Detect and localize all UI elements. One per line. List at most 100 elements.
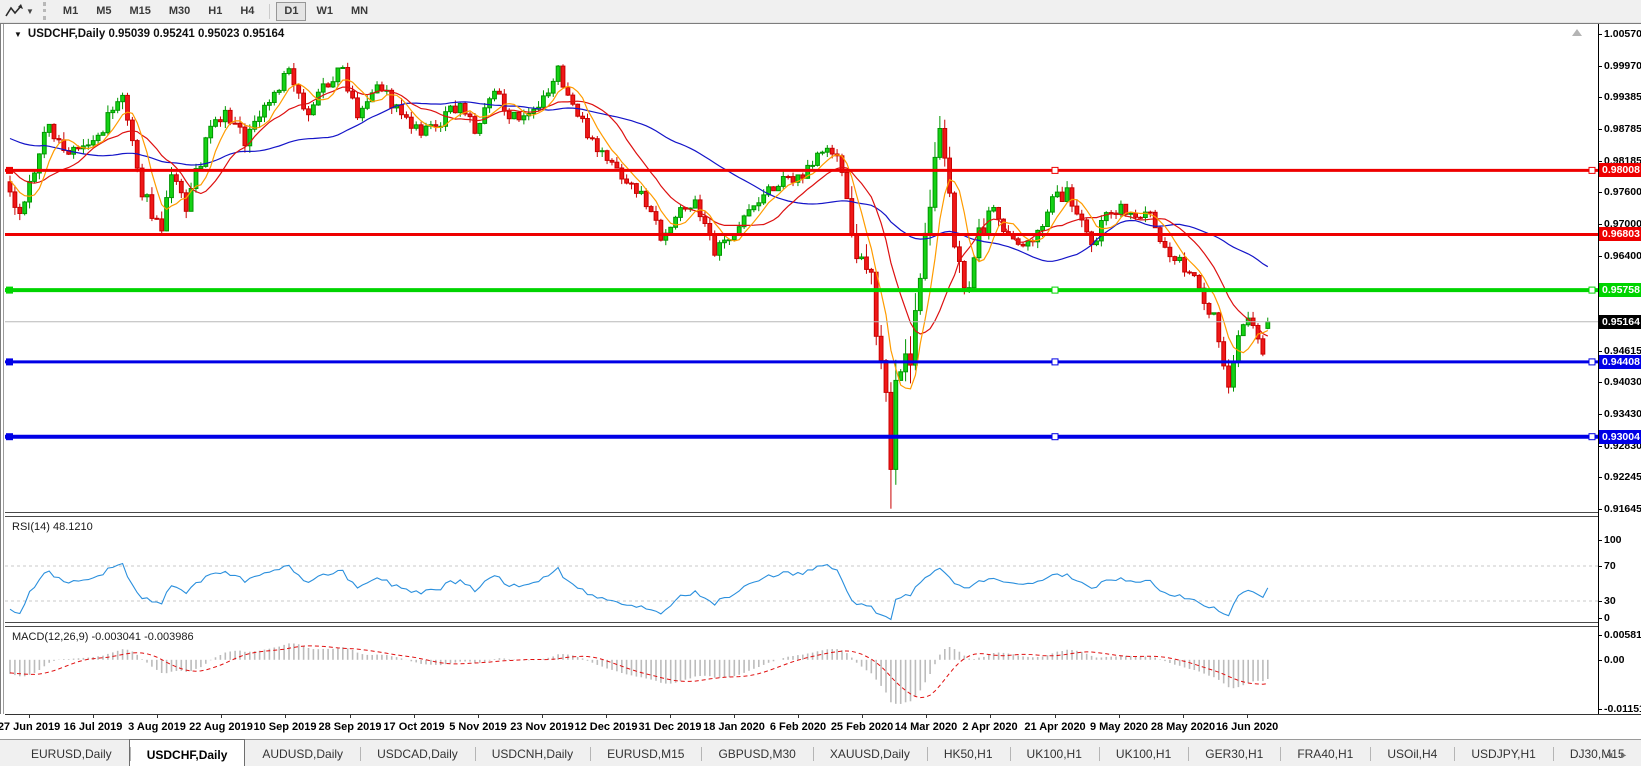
timeframe-button[interactable]: M1 xyxy=(55,2,86,21)
date-label: 27 Jun 2019 xyxy=(0,721,61,733)
line-drag-marker[interactable] xyxy=(1588,166,1596,174)
chart-tab[interactable]: USDJPY,H1 xyxy=(1454,740,1552,766)
price-tick-label: 0.94030 xyxy=(1604,376,1641,388)
chart-tab[interactable]: USDCNH,Daily xyxy=(474,740,590,766)
price-chart-plot[interactable]: ▼ USDCHF,Daily 0.95039 0.95241 0.95023 0… xyxy=(5,24,1598,512)
chart-tab[interactable]: XAUUSD,Daily xyxy=(812,740,927,766)
mt4-terminal: ▼ M1 M5 M15 M30 H1 H4 D1 W1 MN ▼ USDCHF,Daily 0.… xyxy=(0,0,1641,766)
axis-tick xyxy=(1599,129,1602,130)
timeframe-button[interactable]: H4 xyxy=(232,2,262,21)
date-label: 16 Jun 2020 xyxy=(1215,721,1279,733)
levels-layer xyxy=(5,166,1598,441)
chart-tab[interactable]: USOil,H4 xyxy=(1370,740,1454,766)
date-tick xyxy=(798,715,799,718)
date-tick xyxy=(1119,715,1120,718)
chart-tab[interactable]: UK100,H1 xyxy=(1098,740,1188,766)
level-price-badge: 0.95758 xyxy=(1599,283,1641,297)
price-axis[interactable]: 1.00570 0.99970 0.99385 0.98785 0.98185 0.976… xyxy=(1598,24,1641,715)
line-drag-marker[interactable] xyxy=(1051,286,1059,294)
rsi-tick-label: 100 xyxy=(1604,534,1622,546)
chart-tab[interactable]: USDCHF,Daily xyxy=(128,739,246,766)
price-tick-label: 0.98785 xyxy=(1604,123,1641,135)
date-tick xyxy=(734,715,735,718)
date-label: 18 Jan 2020 xyxy=(703,721,765,733)
timeframe-button[interactable]: M5 xyxy=(88,2,119,21)
date-tick xyxy=(862,715,863,718)
line-anchor-marker[interactable] xyxy=(6,166,13,174)
chart-tab[interactable]: EURUSD,M15 xyxy=(590,740,701,766)
tab-scroll-left-icon[interactable]: ◄ xyxy=(1605,750,1619,760)
chart-tab[interactable]: USDCAD,Daily xyxy=(360,740,475,766)
line-anchor-marker[interactable] xyxy=(6,433,13,441)
axis-tick xyxy=(1599,446,1602,447)
date-tick xyxy=(1247,715,1248,718)
macd-canvas[interactable] xyxy=(5,627,1598,714)
line-anchor-marker[interactable] xyxy=(6,286,13,294)
date-tick xyxy=(990,715,991,718)
date-tick xyxy=(542,715,543,718)
axis-tick xyxy=(1599,566,1602,567)
price-tick-label: 1.00570 xyxy=(1604,28,1641,40)
line-drag-marker[interactable] xyxy=(1051,358,1059,366)
chart-title: ▼ USDCHF,Daily 0.95039 0.95241 0.95023 0… xyxy=(14,28,284,40)
axis-tick xyxy=(1599,382,1602,383)
chart-tab[interactable]: AUDUSD,Daily xyxy=(245,740,360,766)
timeframe-buttons: M1 M5 M15 M30 H1 H4 D1 W1 MN xyxy=(55,1,376,21)
collapse-arrow-icon[interactable]: ▼ xyxy=(14,30,22,39)
timeframe-button[interactable]: M30 xyxy=(161,2,198,21)
chart-window: ▼ USDCHF,Daily 0.95039 0.95241 0.95023 0… xyxy=(0,23,1641,766)
line-drag-marker[interactable] xyxy=(1588,433,1596,441)
axis-tick xyxy=(1599,709,1602,710)
chart-tab[interactable]: HK50,H1 xyxy=(926,740,1010,766)
dropdown-caret-icon[interactable]: ▼ xyxy=(26,7,34,16)
axis-tick xyxy=(1599,540,1602,541)
candlestick-canvas[interactable] xyxy=(5,24,1598,512)
chart-tab[interactable]: GBPUSD,M30 xyxy=(701,740,812,766)
date-label: 12 Dec 2019 xyxy=(574,721,638,733)
macd-tick-label: 0.00 xyxy=(1604,654,1625,666)
chart-tab[interactable]: EURUSD,Daily xyxy=(14,740,129,766)
macd-tick-label: 0.005818 xyxy=(1604,629,1641,641)
tab-scroll-arrows[interactable]: ◄► xyxy=(1605,750,1633,760)
time-axis[interactable]: 27 Jun 2019 16 Jul 2019 3 Aug 2019 22 Aug 2… xyxy=(0,714,1641,740)
timeframe-button[interactable]: MN xyxy=(343,2,376,21)
line-anchor-marker[interactable] xyxy=(6,358,13,366)
rsi-tick-label: 0 xyxy=(1604,612,1610,624)
date-label: 6 Feb 2020 xyxy=(769,721,827,733)
price-tick-label: 0.99385 xyxy=(1604,91,1641,103)
macd-pane[interactable]: MACD(12,26,9) -0.003041 -0.003986 xyxy=(5,627,1598,714)
axis-tick xyxy=(1599,660,1602,661)
chart-tab[interactable]: UK100,H1 xyxy=(1009,740,1099,766)
timeframe-button[interactable]: M15 xyxy=(121,2,158,21)
date-label: 31 Dec 2019 xyxy=(638,721,702,733)
rsi-pane[interactable]: RSI(14) 48.1210 xyxy=(5,517,1598,622)
line-drag-marker[interactable] xyxy=(1588,358,1596,366)
date-tick xyxy=(926,715,927,718)
line-drag-marker[interactable] xyxy=(1051,433,1059,441)
window-left-border xyxy=(0,24,5,714)
axis-tick xyxy=(1599,192,1602,193)
rsi-indicator-label: RSI(14) 48.1210 xyxy=(12,521,93,533)
date-label: 17 Oct 2019 xyxy=(383,721,445,733)
line-drag-marker[interactable] xyxy=(1588,286,1596,294)
toolbar-grip[interactable] xyxy=(42,2,46,20)
line-drag-marker[interactable] xyxy=(1051,166,1059,174)
drawing-tool-icon[interactable] xyxy=(3,2,25,20)
level-price-badge: 0.93004 xyxy=(1599,430,1641,444)
timeframes-toolbar: ▼ M1 M5 M15 M30 H1 H4 D1 W1 MN xyxy=(0,0,1641,23)
date-tick xyxy=(478,715,479,718)
date-label: 5 Nov 2019 xyxy=(449,721,507,733)
date-tick xyxy=(29,715,30,718)
timeframe-button[interactable]: H1 xyxy=(200,2,230,21)
chart-tab[interactable]: GER30,H1 xyxy=(1188,740,1280,766)
date-tick xyxy=(157,715,158,718)
timeframe-button[interactable]: W1 xyxy=(308,2,341,21)
rsi-canvas[interactable] xyxy=(5,517,1598,622)
chart-title-text: USDCHF,Daily 0.95039 0.95241 0.95023 0.9… xyxy=(27,28,285,40)
date-tick xyxy=(670,715,671,718)
tab-scroll-right-icon[interactable]: ► xyxy=(1619,750,1633,760)
macd-indicator-label: MACD(12,26,9) -0.003041 -0.003986 xyxy=(12,631,194,643)
date-label: 10 Sep 2019 xyxy=(253,721,317,733)
chart-tab[interactable]: FRA40,H1 xyxy=(1280,740,1370,766)
timeframe-button[interactable]: D1 xyxy=(269,1,307,21)
